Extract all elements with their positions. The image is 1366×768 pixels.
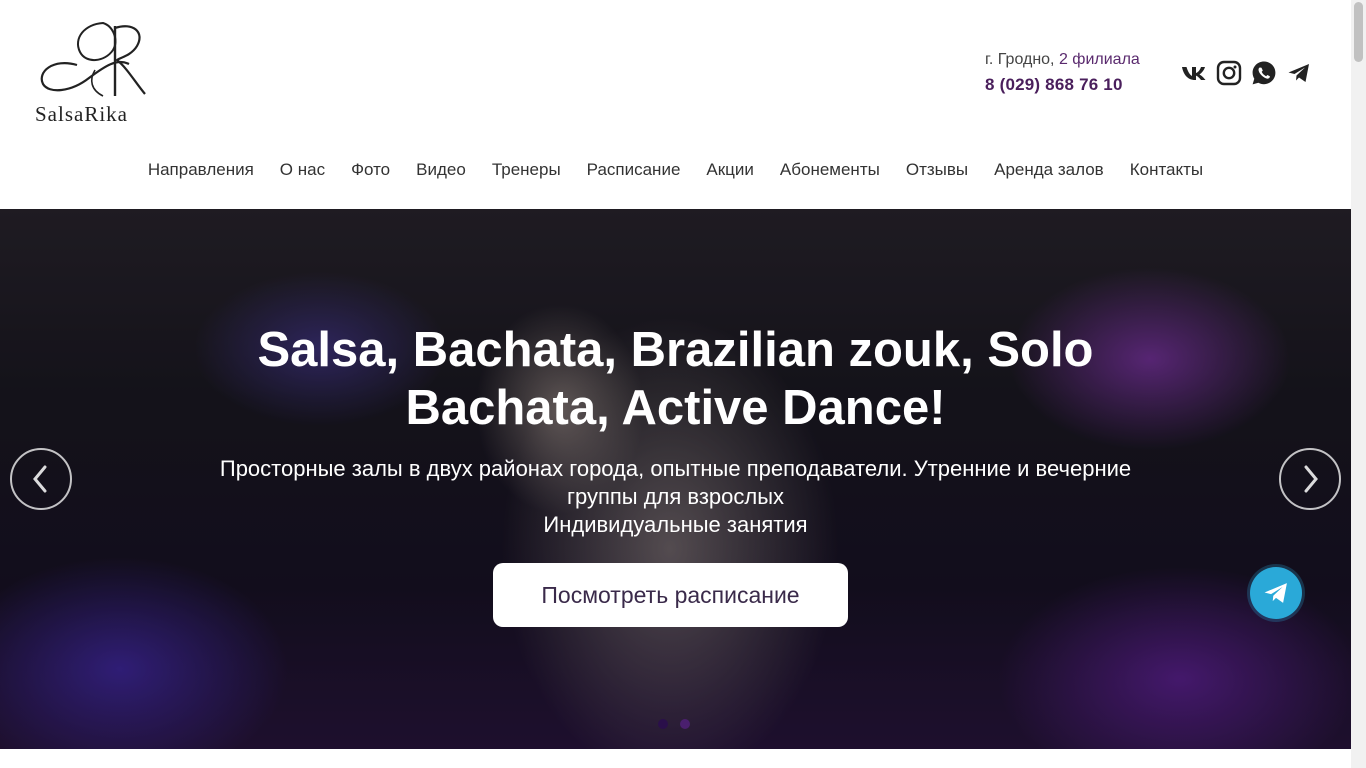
nav-item-promotions[interactable]: Акции xyxy=(706,156,754,184)
nav-item-hall-rental[interactable]: Аренда залов xyxy=(994,156,1104,184)
telegram-chat-button[interactable] xyxy=(1250,567,1302,619)
city-line: г. Гродно, 2 филиала xyxy=(985,50,1175,70)
nav-item-subscriptions[interactable]: Абонементы xyxy=(780,156,880,184)
page-scrollbar[interactable] xyxy=(1351,0,1366,768)
branches-link[interactable]: 2 филиала xyxy=(1059,51,1140,68)
site-header: SalsaRika г. Гродно, 2 филиала 8 (029) 8… xyxy=(0,0,1351,209)
logo-text: SalsaRika xyxy=(35,102,128,126)
phone-link[interactable]: 8 (029) 868 76 10 xyxy=(985,75,1175,95)
nav-item-contacts[interactable]: Контакты xyxy=(1130,156,1203,184)
page: SalsaRika г. Гродно, 2 филиала 8 (029) 8… xyxy=(0,0,1351,768)
nav-item-photo[interactable]: Фото xyxy=(351,156,390,184)
hero-subtitle-line1: Просторные залы в двух районах города, о… xyxy=(219,456,1132,509)
hero-title: Salsa, Bachata, Brazilian zouk, Solo Bac… xyxy=(257,323,1094,435)
vk-icon[interactable] xyxy=(1181,58,1207,88)
chevron-left-icon xyxy=(33,465,47,493)
slider-dots xyxy=(658,719,690,729)
site-logo[interactable]: SalsaRika xyxy=(33,20,151,128)
scrollbar-thumb[interactable] xyxy=(1354,2,1363,62)
slider-next-button[interactable] xyxy=(1279,448,1341,510)
sr-monogram-icon xyxy=(40,21,146,97)
nav-item-reviews[interactable]: Отзывы xyxy=(906,156,968,184)
city-label: г. Гродно, xyxy=(985,51,1055,68)
nav-item-trainers[interactable]: Тренеры xyxy=(492,156,561,184)
nav-item-directions[interactable]: Направления xyxy=(148,156,254,184)
telegram-icon[interactable] xyxy=(1286,58,1312,88)
view-schedule-button[interactable]: Посмотреть расписание xyxy=(493,563,848,627)
contact-block: г. Гродно, 2 филиала 8 (029) 868 76 10 xyxy=(985,50,1175,95)
slider-dot-1[interactable] xyxy=(658,719,668,729)
nav-item-schedule[interactable]: Расписание xyxy=(587,156,681,184)
hero-subtitle: Просторные залы в двух районах города, о… xyxy=(0,455,1351,539)
social-links xyxy=(1181,58,1312,88)
main-nav: Направления О нас Фото Видео Тренеры Рас… xyxy=(0,156,1351,184)
hero-slider: Salsa, Bachata, Brazilian zouk, Solo Bac… xyxy=(0,209,1351,749)
slider-prev-button[interactable] xyxy=(10,448,72,510)
nav-item-video[interactable]: Видео xyxy=(416,156,466,184)
chevron-right-icon xyxy=(1304,465,1318,493)
instagram-icon[interactable] xyxy=(1216,58,1242,88)
slider-dot-2[interactable] xyxy=(680,719,690,729)
whatsapp-icon[interactable] xyxy=(1251,58,1277,88)
telegram-icon xyxy=(1264,583,1287,603)
hero-subtitle-line2: Индивидуальные занятия xyxy=(543,512,808,537)
nav-item-about[interactable]: О нас xyxy=(280,156,325,184)
